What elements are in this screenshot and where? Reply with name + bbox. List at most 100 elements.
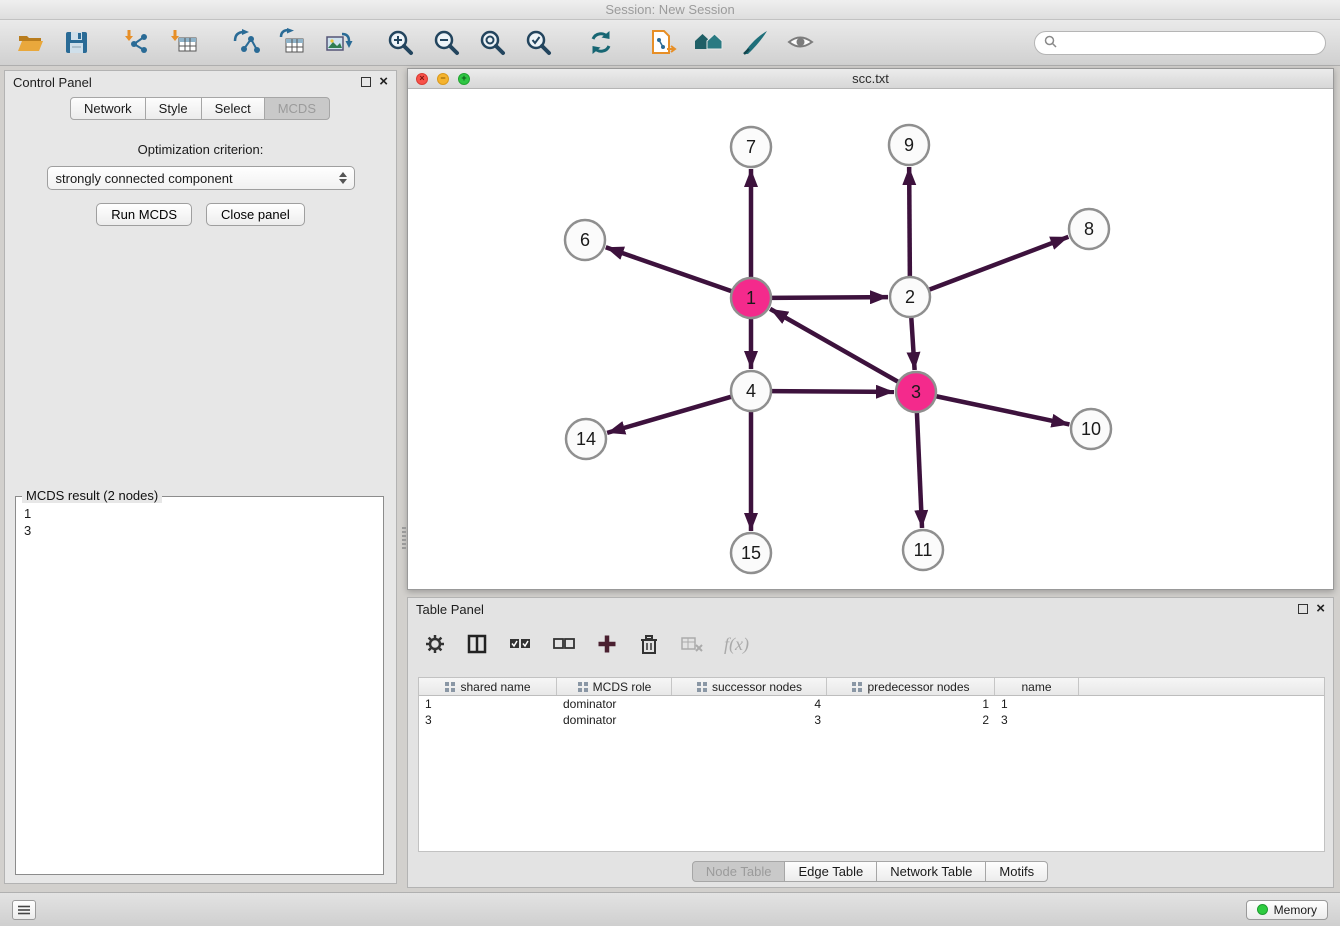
control-panel-tabs: Network Style Select MCDS [5, 97, 396, 120]
column-header-mcds-role[interactable]: MCDS role [557, 678, 672, 695]
open-session-icon[interactable] [14, 26, 48, 60]
zoom-selected-icon[interactable] [522, 26, 556, 60]
table-row[interactable]: 1 dominator 4 1 1 [419, 696, 1324, 712]
close-table-panel-icon[interactable]: × [1316, 604, 1325, 614]
mcds-result-title: MCDS result (2 nodes) [22, 488, 162, 503]
graph-node-label: 11 [914, 540, 933, 560]
column-header-successor-nodes[interactable]: successor nodes [672, 678, 827, 695]
zoom-fit-icon[interactable] [476, 26, 510, 60]
memory-button[interactable]: Memory [1246, 900, 1328, 920]
tab-edge-table[interactable]: Edge Table [784, 861, 877, 882]
tab-select[interactable]: Select [201, 97, 265, 120]
column-type-icon [696, 681, 708, 693]
cell-mcds-role[interactable]: dominator [557, 697, 672, 711]
graph-node-label: 6 [580, 230, 590, 250]
function-builder-icon: f(x) [724, 634, 749, 655]
tab-network[interactable]: Network [70, 97, 146, 120]
tab-mcds[interactable]: MCDS [264, 97, 330, 120]
new-table-icon[interactable] [276, 26, 310, 60]
float-table-panel-icon[interactable] [1298, 604, 1308, 614]
cell-shared-name[interactable]: 3 [419, 713, 557, 727]
toolbar-search[interactable] [1034, 31, 1326, 55]
add-row-icon[interactable] [596, 633, 618, 655]
table-settings-icon[interactable] [424, 633, 446, 655]
export-image-icon[interactable] [322, 26, 356, 60]
graph-node-label: 1 [746, 288, 756, 308]
mcds-result-item[interactable]: 1 [24, 505, 375, 522]
table-panel-header: Table Panel × [408, 598, 1333, 620]
graph-edge-2-9[interactable] [909, 167, 910, 277]
status-menu-button[interactable] [12, 900, 36, 920]
splitter-grip[interactable] [402, 527, 406, 549]
cell-shared-name[interactable]: 1 [419, 697, 557, 711]
show-columns-icon[interactable] [466, 633, 488, 655]
network-window-titlebar[interactable]: × − + scc.txt [408, 69, 1333, 89]
close-panel-button[interactable]: Close panel [206, 203, 305, 226]
show-hide-panels-icon[interactable] [784, 26, 818, 60]
main-toolbar [0, 20, 1340, 66]
column-header-shared-name[interactable]: shared name [419, 678, 557, 695]
mcds-result-item[interactable]: 3 [24, 522, 375, 539]
import-network-icon[interactable] [122, 26, 156, 60]
window-title: Session: New Session [605, 2, 734, 17]
select-all-rows-icon[interactable] [508, 633, 532, 655]
cell-successor-nodes[interactable]: 4 [672, 697, 827, 711]
graph-node-label: 15 [741, 543, 761, 563]
apply-style-icon[interactable] [738, 26, 772, 60]
table-row[interactable]: 3 dominator 3 2 3 [419, 712, 1324, 728]
table-panel: Table Panel × [407, 597, 1334, 888]
column-header-predecessor-nodes[interactable]: predecessor nodes [827, 678, 995, 695]
control-panel: Control Panel × Network Style Select MCD… [4, 70, 397, 884]
cell-mcds-role[interactable]: dominator [557, 713, 672, 727]
import-table-icon[interactable] [168, 26, 202, 60]
cell-predecessor-nodes[interactable]: 2 [827, 713, 995, 727]
graph-node-label: 14 [576, 429, 596, 449]
graph-edge-2-8[interactable] [929, 237, 1069, 290]
node-table: shared name MCDS role successor nodes pr… [418, 677, 1325, 852]
graph-node-label: 7 [746, 137, 756, 157]
graph-edge-1-2[interactable] [771, 297, 888, 298]
float-panel-icon[interactable] [361, 77, 371, 87]
cell-name[interactable]: 3 [995, 713, 1079, 727]
network-view-window: × − + scc.txt 7968124314101511 [407, 68, 1334, 590]
graph-edge-1-6[interactable] [606, 247, 732, 291]
search-input[interactable] [1062, 36, 1316, 50]
graph-edge-3-10[interactable] [936, 396, 1070, 424]
graph-edge-4-3[interactable] [771, 391, 894, 392]
close-window-icon[interactable]: × [416, 73, 428, 85]
mcds-result-list: 1 3 [16, 497, 383, 547]
save-session-icon[interactable] [60, 26, 94, 60]
network-canvas[interactable]: 7968124314101511 [408, 89, 1333, 589]
refresh-view-icon[interactable] [584, 26, 618, 60]
criterion-dropdown[interactable]: strongly connected component [47, 166, 355, 190]
network-from-document-icon[interactable] [646, 26, 680, 60]
home-layout-icon[interactable] [692, 26, 726, 60]
tab-network-table[interactable]: Network Table [876, 861, 986, 882]
graph-node-label: 2 [905, 287, 915, 307]
maximize-window-icon[interactable]: + [458, 73, 470, 85]
graph-edge-4-14[interactable] [607, 397, 732, 433]
cell-predecessor-nodes[interactable]: 1 [827, 697, 995, 711]
zoom-out-icon[interactable] [430, 26, 464, 60]
cell-successor-nodes[interactable]: 3 [672, 713, 827, 727]
delete-rows-icon[interactable] [638, 633, 660, 655]
tab-style[interactable]: Style [145, 97, 202, 120]
cell-name[interactable]: 1 [995, 697, 1079, 711]
zoom-in-icon[interactable] [384, 26, 418, 60]
graph-edge-3-1[interactable] [770, 309, 899, 382]
minimize-window-icon[interactable]: − [437, 73, 449, 85]
close-panel-icon[interactable]: × [379, 77, 388, 87]
deselect-all-rows-icon[interactable] [552, 633, 576, 655]
graph-edge-2-3[interactable] [911, 317, 914, 370]
graph-node-label: 10 [1081, 419, 1101, 439]
network-window-title: scc.txt [408, 71, 1333, 86]
column-header-name[interactable]: name [995, 678, 1079, 695]
column-type-icon [444, 681, 456, 693]
graph-edge-3-11[interactable] [917, 412, 922, 528]
tab-motifs[interactable]: Motifs [985, 861, 1048, 882]
mcds-result-box: MCDS result (2 nodes) 1 3 [15, 496, 384, 875]
tab-node-table[interactable]: Node Table [692, 861, 786, 882]
new-network-icon[interactable] [230, 26, 264, 60]
run-mcds-button[interactable]: Run MCDS [96, 203, 192, 226]
control-panel-title: Control Panel [13, 75, 92, 90]
